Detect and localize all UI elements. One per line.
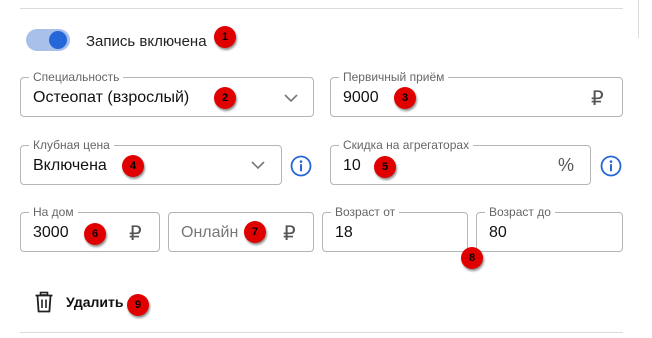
annotation-marker: 5 [374, 156, 396, 178]
annotation-marker: 2 [214, 87, 236, 109]
booking-toggle-label: Запись включена [86, 33, 207, 50]
online-placeholder: Онлайн [181, 224, 239, 241]
info-icon[interactable] [600, 155, 622, 177]
percent-icon: % [558, 155, 575, 175]
age-to-label: Возраст до [485, 204, 555, 220]
specialty-label: Специальность [29, 69, 124, 85]
annotation-marker: 3 [394, 87, 416, 109]
divider [20, 332, 623, 333]
aggregator-discount-value: 10 [343, 157, 361, 174]
club-price-value: Включена [33, 157, 107, 174]
first-visit-price-input[interactable]: Первичный приём 9000 ₽ [330, 69, 623, 117]
home-visit-label: На дом [29, 204, 78, 220]
first-visit-label: Первичный приём [339, 69, 449, 85]
annotation-marker: 9 [127, 294, 149, 316]
age-from-value: 18 [335, 224, 353, 241]
annotation-marker: 8 [461, 247, 483, 269]
age-to-input[interactable]: Возраст до 80 [476, 204, 623, 252]
club-price-select[interactable]: Клубная цена Включена [20, 137, 282, 185]
chevron-down-icon [251, 161, 265, 170]
booking-toggle[interactable] [26, 29, 70, 51]
age-from-input[interactable]: Возраст от 18 [322, 204, 468, 252]
aggregator-discount-label: Скидка на агрегаторах [339, 137, 474, 153]
aggregator-discount-input[interactable]: Скидка на агрегаторах 10 % [330, 137, 591, 185]
divider [638, 0, 639, 38]
ruble-icon: ₽ [129, 223, 142, 245]
home-visit-value: 3000 [33, 224, 69, 241]
delete-label: Удалить [66, 294, 124, 310]
ruble-icon: ₽ [283, 223, 296, 245]
trash-icon [35, 291, 53, 313]
online-price-input[interactable]: Онлайн ₽ [168, 212, 314, 252]
specialty-value: Остеопат (взрослый) [33, 89, 190, 106]
delete-button[interactable]: Удалить [34, 290, 123, 314]
chevron-down-icon [284, 94, 298, 103]
ruble-icon: ₽ [591, 88, 604, 110]
age-from-label: Возраст от [331, 204, 400, 220]
toggle-knob [49, 31, 67, 49]
club-price-label: Клубная цена [29, 137, 114, 153]
annotation-marker: 1 [214, 26, 236, 48]
annotation-marker: 6 [84, 223, 106, 245]
specialty-select[interactable]: Специальность Остеопат (взрослый) [20, 69, 314, 117]
annotation-marker: 7 [244, 221, 266, 243]
annotation-marker: 4 [122, 155, 144, 177]
divider [20, 8, 623, 9]
first-visit-value: 9000 [343, 89, 379, 106]
age-to-value: 80 [489, 224, 507, 241]
info-icon[interactable] [290, 155, 312, 177]
